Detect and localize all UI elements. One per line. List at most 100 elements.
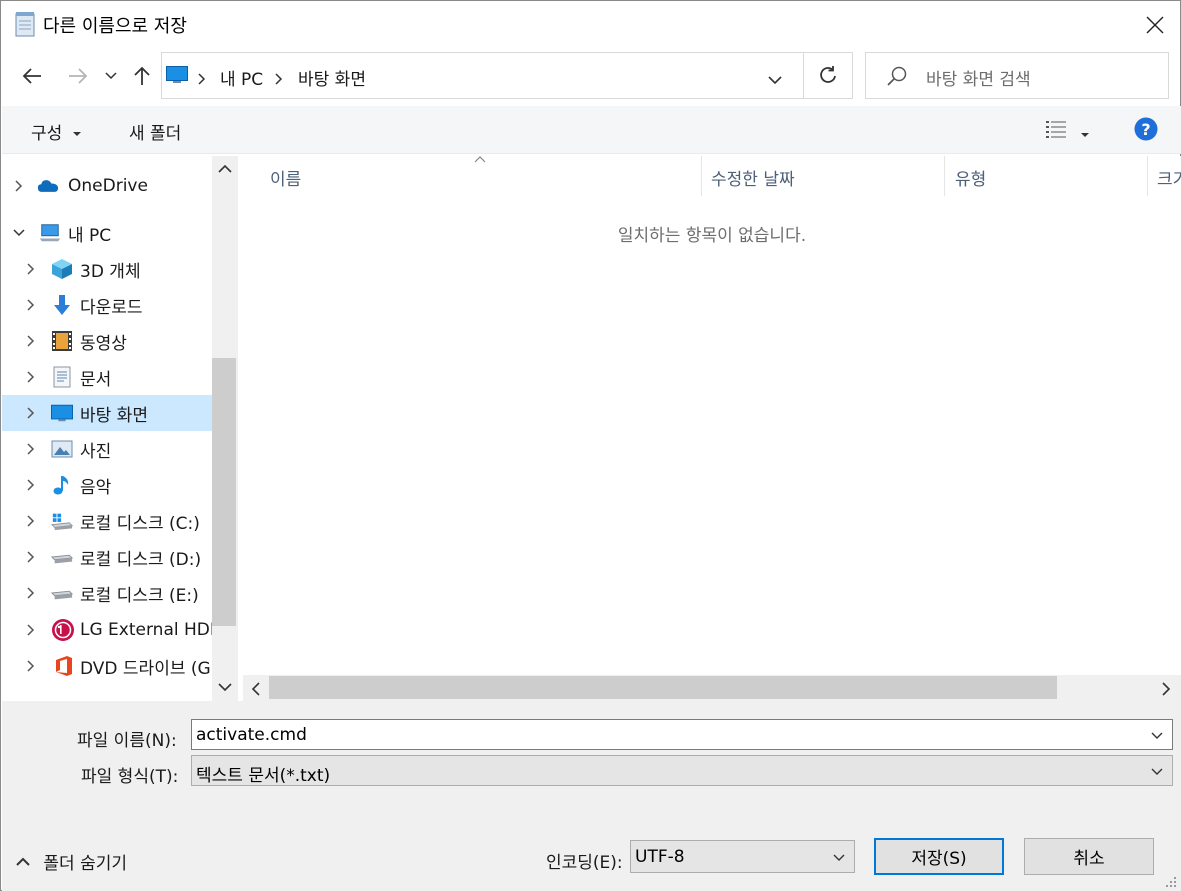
address-dropdown-button[interactable]	[768, 70, 782, 90]
nav-item-3d-objects[interactable]: 3D 개체	[2, 251, 212, 287]
arrow-left-icon	[22, 68, 41, 84]
chevron-down-icon[interactable]	[1150, 728, 1164, 742]
nav-item-music[interactable]: 음악	[2, 467, 212, 503]
office-icon	[56, 656, 72, 676]
encoding-label: 인코딩(E):	[546, 853, 623, 873]
up-button[interactable]	[127, 61, 157, 91]
nav-item-drive-c[interactable]: 로컬 디스크 (C:)	[2, 503, 212, 539]
column-divider[interactable]	[701, 156, 702, 196]
sort-ascending-icon	[474, 156, 486, 163]
breadcrumb-this-pc[interactable]: 내 PC	[220, 65, 263, 90]
refresh-button[interactable]	[818, 65, 838, 90]
forward-button[interactable]	[61, 61, 95, 91]
filename-input[interactable]: activate.cmd	[191, 719, 1173, 750]
chevron-right-icon	[27, 299, 35, 311]
nav-item-label: 음악	[80, 477, 112, 498]
nav-item-drive-e[interactable]: 로컬 디스크 (E:)	[2, 575, 212, 611]
nav-item-downloads[interactable]: 다운로드	[2, 287, 212, 323]
close-icon	[1146, 16, 1164, 34]
nav-item-dvd-drive[interactable]: DVD 드라이브 (G	[2, 648, 212, 684]
nav-item-label: 동영상	[80, 333, 127, 354]
scroll-right-icon[interactable]	[1161, 682, 1171, 696]
caret-down-icon	[72, 132, 81, 136]
save-options-panel: 파일 이름(N): activate.cmd 파일 형식(T): 텍스트 문서(…	[2, 701, 1181, 891]
filetype-label: 파일 형식(T):	[81, 767, 179, 787]
organize-button[interactable]: 구성	[31, 119, 82, 144]
nav-pane-scrollbar[interactable]	[212, 156, 238, 701]
column-divider[interactable]	[1147, 156, 1148, 196]
music-icon	[53, 476, 69, 495]
empty-folder-message: 일치하는 항목이 없습니다.	[617, 226, 807, 246]
chevron-down-icon	[13, 229, 25, 237]
nav-item-label: LG External HDD	[80, 620, 212, 640]
close-button[interactable]	[1132, 5, 1178, 45]
organize-label: 구성	[31, 124, 63, 144]
nav-item-documents[interactable]: 문서	[2, 359, 212, 395]
view-dropdown-button[interactable]	[1080, 123, 1094, 137]
address-bar[interactable]: 내 PC 바탕 화면	[161, 52, 853, 99]
address-divider	[803, 53, 804, 98]
downloads-icon	[54, 295, 70, 315]
details-view-icon	[1046, 121, 1066, 138]
nav-item-label: 내 PC	[68, 225, 112, 246]
nav-item-label: DVD 드라이브 (G	[80, 658, 211, 679]
nav-item-label: 로컬 디스크 (C:)	[80, 513, 200, 534]
scrollbar-thumb[interactable]	[269, 676, 1057, 699]
recent-locations-button[interactable]	[101, 63, 121, 89]
hide-folders-button[interactable]: 폴더 숨기기	[16, 849, 127, 874]
column-header-date-modified[interactable]: 수정한 날짜	[711, 165, 795, 190]
column-header-size[interactable]: 크기	[1157, 165, 1181, 190]
nav-item-label: 다운로드	[80, 297, 143, 318]
chevron-right-icon	[27, 407, 35, 419]
nav-item-lg-external-hdd[interactable]: LG External HDD	[2, 612, 212, 648]
filetype-select[interactable]: 텍스트 문서(*.txt)	[191, 755, 1173, 786]
nav-item-drive-d[interactable]: 로컬 디스크 (D:)	[2, 539, 212, 575]
search-placeholder: 바탕 화면 검색	[926, 70, 1031, 90]
file-list-scrollbar[interactable]	[243, 675, 1181, 701]
view-options-button[interactable]	[1045, 119, 1069, 141]
breadcrumb-separator-icon	[275, 70, 283, 90]
help-button[interactable]: ?	[1134, 117, 1158, 141]
breadcrumb-separator-icon	[198, 70, 206, 90]
chevron-down-icon	[768, 76, 782, 85]
nav-item-desktop[interactable]: 바탕 화면	[2, 395, 212, 431]
scroll-down-icon[interactable]	[218, 682, 232, 692]
chevron-up-icon	[16, 857, 30, 866]
title-bar: 다른 이름으로 저장	[1, 1, 1181, 49]
nav-item-label: 로컬 디스크 (D:)	[80, 549, 202, 570]
new-folder-button[interactable]: 새 폴더	[129, 119, 181, 144]
nav-item-this-pc[interactable]: 내 PC	[2, 215, 212, 251]
column-header-name[interactable]: 이름	[270, 165, 301, 190]
file-list: 이름 수정한 날짜 유형 크기 일치하는 항목이 없습니다.	[243, 156, 1181, 701]
save-button[interactable]: 저장(S)	[874, 838, 1004, 875]
scroll-up-icon[interactable]	[218, 164, 232, 174]
nav-item-onedrive[interactable]: OneDrive	[2, 168, 212, 204]
encoding-select[interactable]: UTF-8	[630, 840, 855, 873]
nav-item-videos[interactable]: 동영상	[2, 323, 212, 359]
documents-icon	[53, 366, 71, 388]
chevron-right-icon	[27, 479, 35, 491]
chevron-right-icon	[27, 515, 35, 527]
cancel-button[interactable]: 취소	[1024, 838, 1154, 875]
filename-label: 파일 이름(N):	[77, 731, 177, 751]
svg-text:?: ?	[1141, 120, 1150, 139]
search-box[interactable]: 바탕 화면 검색	[865, 52, 1169, 99]
resize-grip-icon[interactable]	[1165, 876, 1177, 888]
column-divider[interactable]	[944, 156, 945, 196]
scroll-left-icon[interactable]	[251, 682, 261, 696]
drive-icon	[51, 590, 73, 600]
scrollbar-thumb[interactable]	[212, 358, 236, 626]
chevron-down-icon	[833, 854, 845, 861]
column-header-type[interactable]: 유형	[955, 165, 986, 190]
windows-drive-icon	[51, 513, 73, 531]
help-icon: ?	[1134, 117, 1158, 141]
chevron-right-icon	[27, 263, 35, 275]
back-button[interactable]	[15, 61, 49, 91]
nav-item-pictures[interactable]: 사진	[2, 431, 212, 467]
command-bar: 구성 새 폴더 ?	[2, 106, 1181, 154]
breadcrumb-desktop[interactable]: 바탕 화면	[298, 65, 366, 90]
this-pc-icon	[39, 224, 61, 242]
chevron-right-icon	[15, 180, 23, 192]
refresh-icon	[820, 66, 836, 83]
pictures-icon	[51, 440, 73, 458]
